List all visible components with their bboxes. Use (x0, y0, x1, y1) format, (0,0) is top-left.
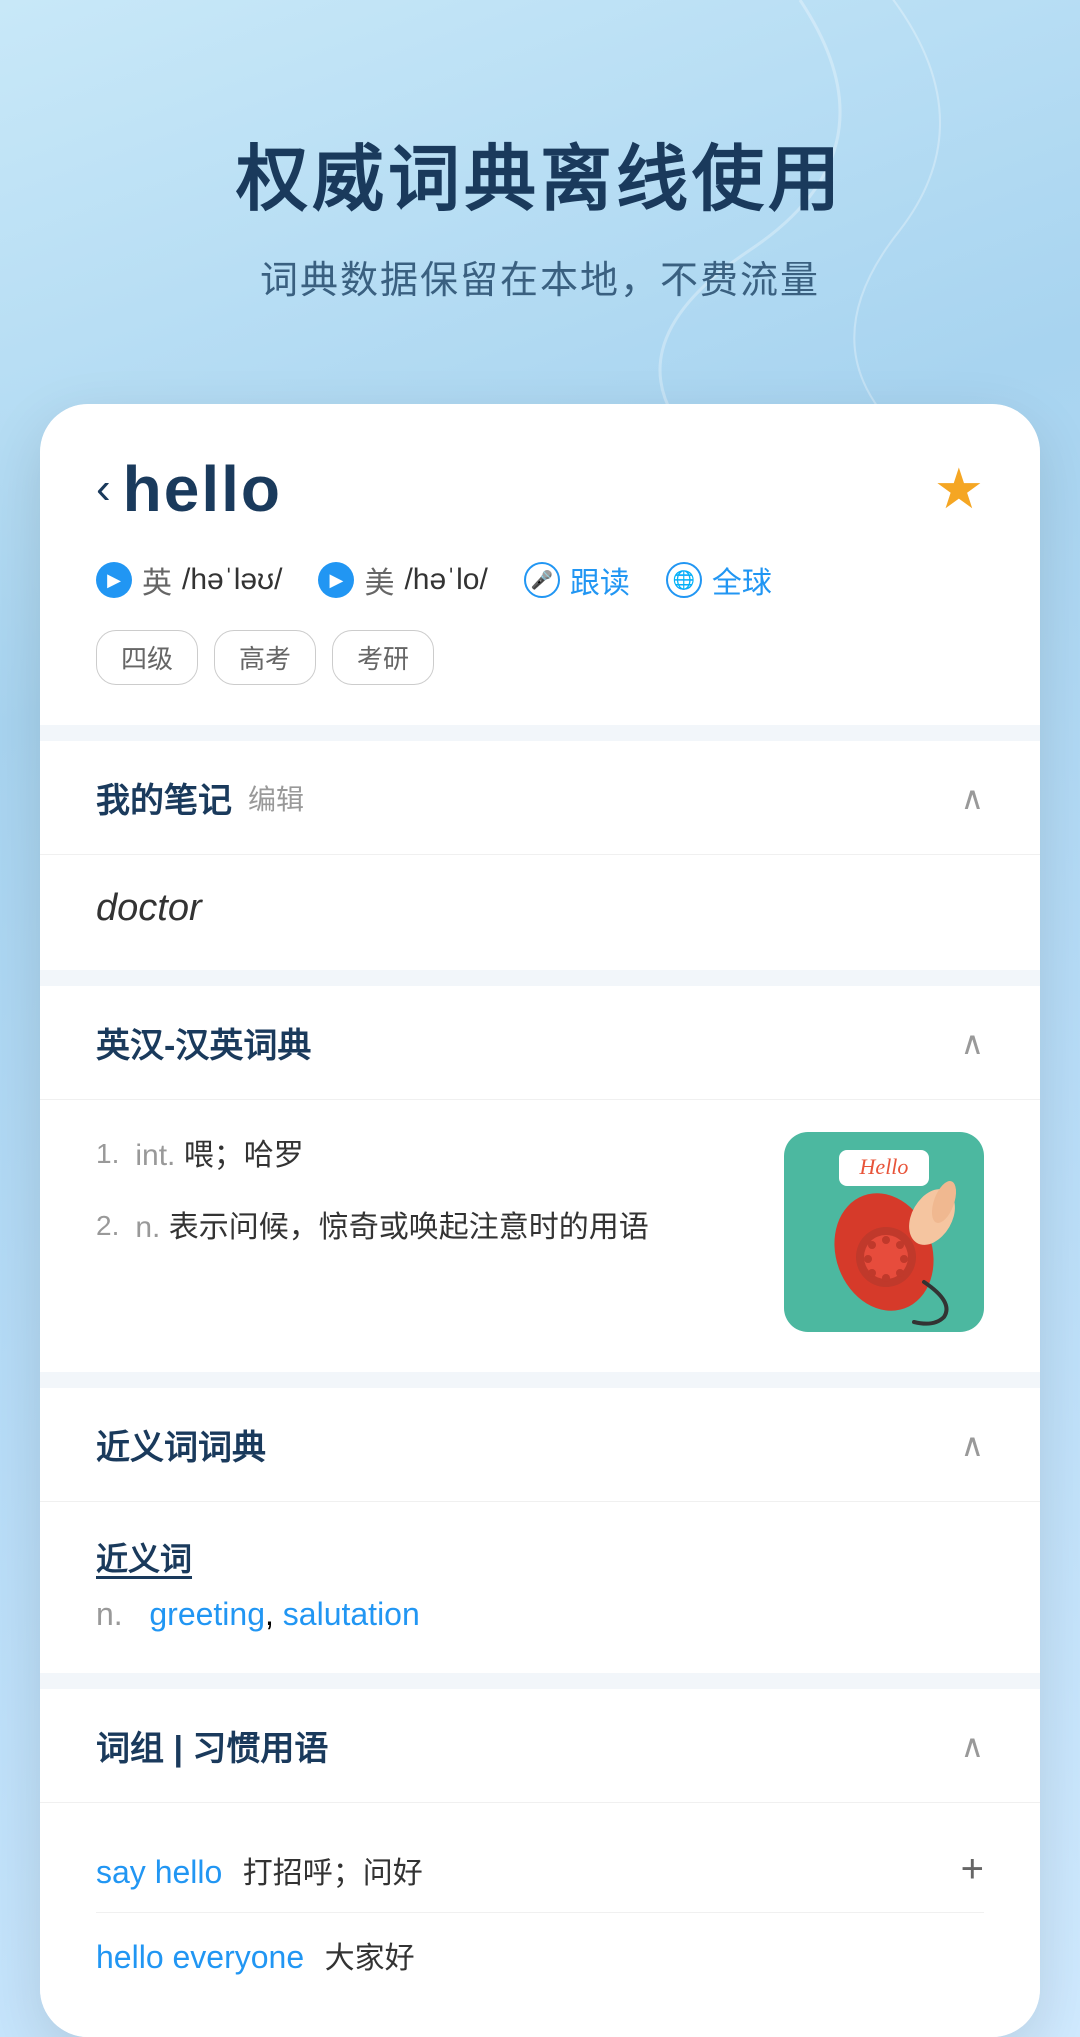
uk-pronunciation[interactable]: ▶ 英 /həˈləʊ/ (96, 558, 282, 602)
follow-read[interactable]: 🎤 跟读 (524, 558, 630, 602)
notes-content: doctor (96, 887, 984, 930)
synonym-label: 近义词 (96, 1534, 984, 1580)
definition-1: 1. int. 喂；哈罗 (96, 1132, 752, 1180)
notes-collapse-icon[interactable]: ∧ (961, 779, 984, 817)
synonym-section: 近义词词典 ∧ 近义词 n. greeting, salutation (40, 1388, 1040, 1673)
tag-gaokao: 高考 (214, 630, 316, 685)
notes-title: 我的笔记 (96, 773, 232, 822)
phrase-item-1-content: say hello 打招呼；问好 (96, 1848, 423, 1892)
us-pronunciation[interactable]: ▶ 美 /həˈlo/ (318, 558, 487, 602)
us-ipa: /həˈlo/ (404, 563, 487, 597)
synonym-word-2[interactable]: salutation (283, 1596, 420, 1632)
phrase-list: say hello 打招呼；问好 + hello everyone 大家好 (40, 1803, 1040, 2037)
def-text-1: int. 喂；哈罗 (135, 1132, 303, 1180)
notes-section-header: 我的笔记 编辑 ∧ (40, 741, 1040, 855)
definition-area: 1. int. 喂；哈罗 2. n. 表示问候，惊奇或唤起注意时的用语 Hell… (40, 1100, 1040, 1372)
word-header: ‹ hello ★ ▶ 英 /həˈləʊ/ ▶ 美 /həˈlo/ 🎤 跟读 … (40, 404, 1040, 725)
follow-read-label: 跟读 (570, 558, 630, 602)
exam-tags-row: 四级 高考 考研 (96, 630, 984, 685)
telephone-svg: Hello (784, 1132, 984, 1332)
notes-body: doctor (40, 855, 1040, 970)
phrase-2-cn: 大家好 (325, 1942, 415, 1975)
definition-2: 2. n. 表示问候，惊奇或唤起注意时的用语 (96, 1204, 752, 1252)
dictionary-card: ‹ hello ★ ▶ 英 /həˈləʊ/ ▶ 美 /həˈlo/ 🎤 跟读 … (40, 404, 1040, 2037)
def-num-1: 1. (96, 1132, 119, 1180)
global-icon[interactable]: 🌐 (666, 562, 702, 598)
uk-speaker-icon[interactable]: ▶ (96, 562, 132, 598)
svg-text:Hello: Hello (859, 1154, 909, 1179)
def-num-2: 2. (96, 1204, 119, 1252)
definitions-list: 1. int. 喂；哈罗 2. n. 表示问候，惊奇或唤起注意时的用语 (96, 1132, 752, 1276)
tag-kaoyan: 考研 (332, 630, 434, 685)
phrase-collapse-icon[interactable]: ∧ (961, 1727, 984, 1765)
synonym-word-1[interactable]: greeting (149, 1596, 265, 1632)
us-speaker-icon[interactable]: ▶ (318, 562, 354, 598)
hero-section: 权威词典离线使用 词典数据保留在本地，不费流量 (0, 0, 1080, 364)
phrase-item-2-content: hello everyone 大家好 (96, 1933, 415, 1977)
en-cn-title: 英汉-汉英词典 (96, 1018, 311, 1067)
phrase-section-header: 词组 | 习惯用语 ∧ (40, 1689, 1040, 1803)
synonym-title: 近义词词典 (96, 1420, 266, 1469)
hero-title: 权威词典离线使用 (60, 120, 1020, 225)
notes-edit-button[interactable]: 编辑 (248, 778, 304, 818)
en-cn-collapse-icon[interactable]: ∧ (961, 1024, 984, 1062)
phrase-section: 词组 | 习惯用语 ∧ say hello 打招呼；问好 + hello eve… (40, 1689, 1040, 2037)
mic-icon[interactable]: 🎤 (524, 562, 560, 598)
phrase-item-1[interactable]: say hello 打招呼；问好 + (96, 1827, 984, 1913)
global-option[interactable]: 🌐 全球 (666, 558, 772, 602)
word-display: hello (123, 452, 282, 526)
phrase-item-2[interactable]: hello everyone 大家好 (96, 1913, 984, 1997)
us-label: 美 (364, 558, 394, 602)
synonym-content: 近义词 n. greeting, salutation (40, 1502, 1040, 1673)
tag-cet4: 四级 (96, 630, 198, 685)
hero-subtitle: 词典数据保留在本地，不费流量 (60, 249, 1020, 304)
global-label: 全球 (712, 558, 772, 602)
uk-ipa: /həˈləʊ/ (182, 563, 282, 597)
phrase-title: 词组 | 习惯用语 (96, 1721, 328, 1770)
phrase-2-en[interactable]: hello everyone (96, 1939, 304, 1975)
favorite-star-icon[interactable]: ★ (934, 456, 984, 522)
back-arrow-icon[interactable]: ‹ (96, 467, 111, 511)
phrase-1-en[interactable]: say hello (96, 1854, 222, 1890)
hello-illustration: Hello (784, 1132, 984, 1332)
notes-section: 我的笔记 编辑 ∧ doctor (40, 741, 1040, 970)
synonym-comma: , (265, 1596, 283, 1632)
def-text-2: n. 表示问候，惊奇或唤起注意时的用语 (135, 1204, 648, 1252)
en-cn-dictionary-section: 英汉-汉英词典 ∧ 1. int. 喂；哈罗 2. n. 表示问候，惊奇或唤起注… (40, 986, 1040, 1372)
en-cn-section-header: 英汉-汉英词典 ∧ (40, 986, 1040, 1100)
synonym-collapse-icon[interactable]: ∧ (961, 1426, 984, 1464)
uk-label: 英 (142, 558, 172, 602)
phrase-1-cn: 打招呼；问好 (243, 1857, 423, 1890)
synonym-section-header: 近义词词典 ∧ (40, 1388, 1040, 1502)
synonym-words: n. greeting, salutation (96, 1596, 984, 1633)
synonym-pos: n. (96, 1596, 123, 1632)
pronunciation-row: ▶ 英 /həˈləʊ/ ▶ 美 /həˈlo/ 🎤 跟读 🌐 全球 (96, 558, 984, 602)
phrase-1-add-icon[interactable]: + (961, 1847, 984, 1892)
